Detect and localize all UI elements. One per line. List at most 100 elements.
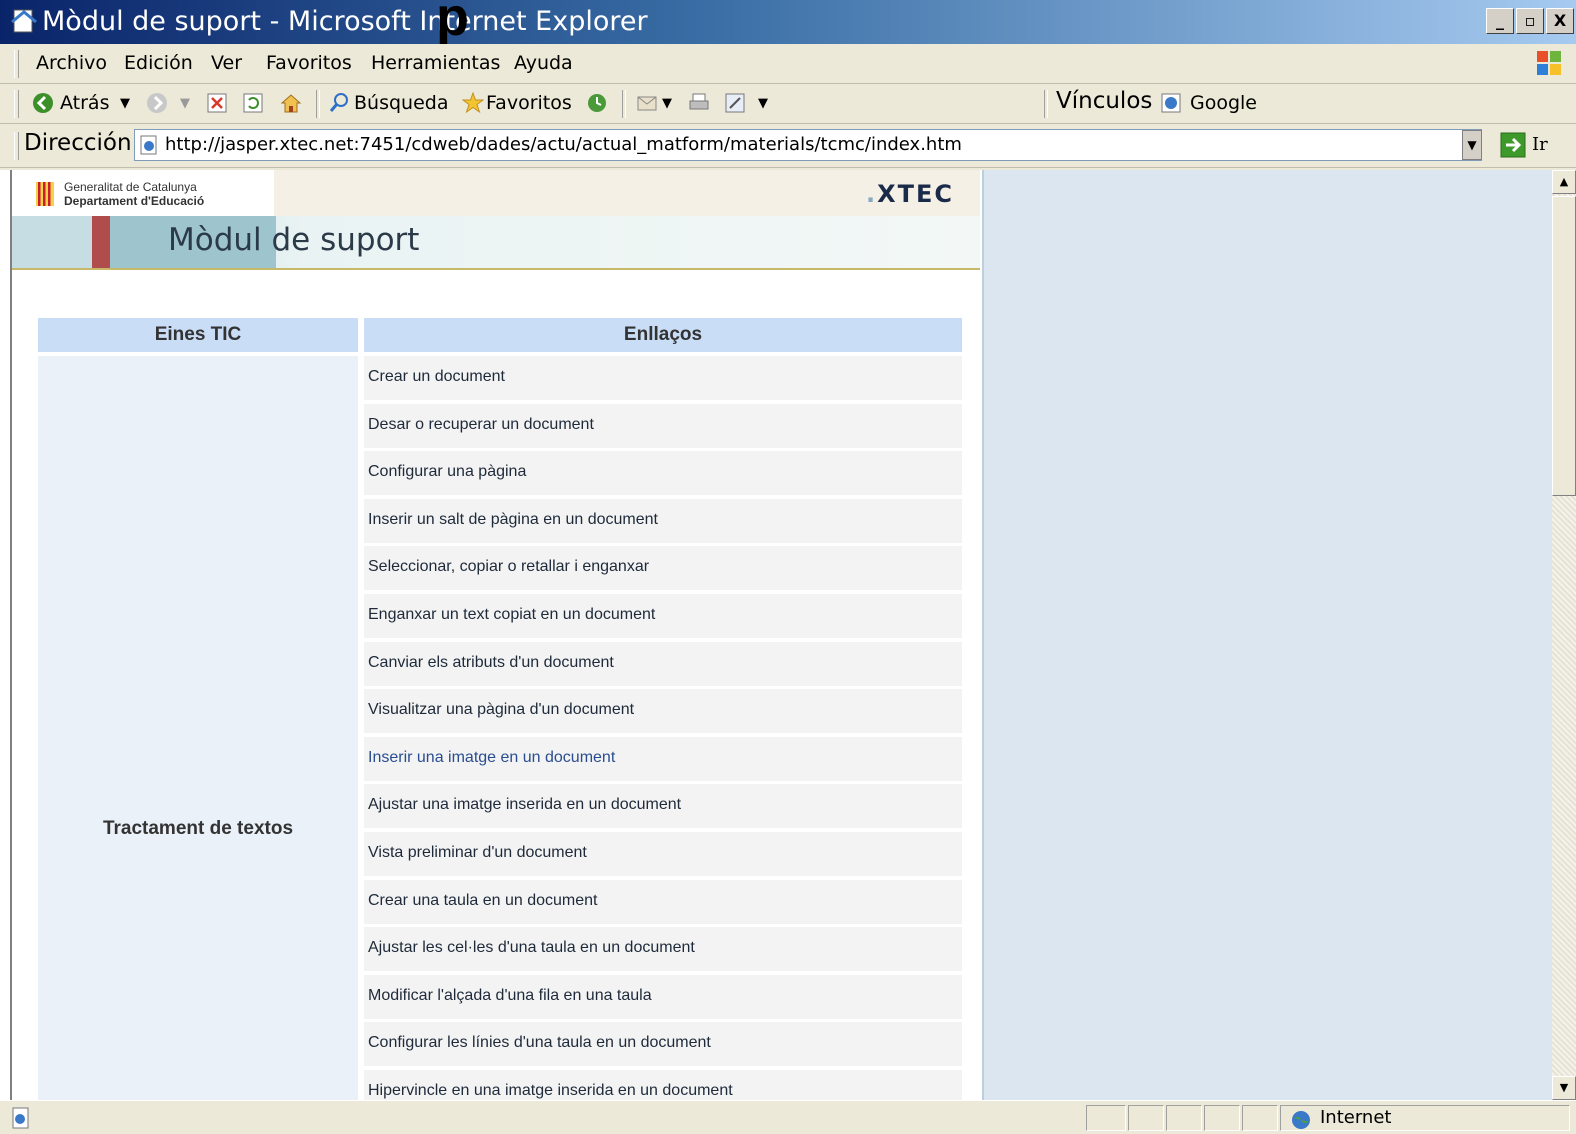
go-arrow-icon[interactable] (1500, 132, 1526, 158)
gencat-logo-icon (36, 182, 54, 206)
link-item[interactable]: Configurar una pàgina (368, 463, 526, 481)
go-button[interactable]: Ir (1532, 134, 1548, 155)
forward-dropdown-icon[interactable]: ▼ (180, 96, 190, 111)
link-item[interactable]: Inserir una imatge en un document (368, 749, 615, 767)
gencat-name: Generalitat de Catalunya (64, 180, 197, 194)
table-row: Enganxar un text copiat en un document (364, 593, 962, 638)
link-item[interactable]: Crear un document (368, 368, 505, 386)
toolbar-grip[interactable] (14, 90, 19, 118)
window-title: Mòdul de suport - Microsoft Internet Exp… (42, 6, 648, 37)
close-button[interactable]: X (1546, 8, 1574, 34)
stop-icon[interactable] (206, 92, 228, 114)
mail-icon[interactable] (636, 92, 658, 114)
table-row: Crear una taula en un document (364, 879, 962, 924)
vertical-scrollbar[interactable]: ▲ ▼ (1552, 170, 1576, 1100)
toolbar-separator (1044, 90, 1048, 118)
table-row: Visualitzar una pàgina d'un document (364, 689, 962, 734)
menu-favoritos[interactable]: Favoritos (266, 52, 352, 74)
menu-herramientas[interactable]: Herramientas (371, 52, 500, 74)
scroll-thumb[interactable] (1552, 196, 1576, 496)
search-button[interactable]: Búsqueda (354, 92, 448, 114)
link-item[interactable]: Vista preliminar d'un document (368, 844, 587, 862)
link-item[interactable]: Modificar l'alçada d'una fila en una tau… (368, 987, 652, 1005)
table-row: Seleccionar, copiar o retallar i enganxa… (364, 546, 962, 591)
column-header-tools: Eines TIC (38, 318, 358, 352)
link-item[interactable]: Configurar les línies d'una taula en un … (368, 1034, 711, 1052)
status-panel (1242, 1105, 1278, 1131)
scroll-down-button[interactable]: ▼ (1552, 1076, 1576, 1100)
xtec-logo-text: XTEC (877, 180, 954, 208)
addressbar-grip[interactable] (14, 132, 19, 160)
favorites-star-icon[interactable] (462, 92, 484, 114)
links-label: Vínculos (1056, 88, 1153, 114)
module-banner: Mòdul de suport (12, 216, 980, 270)
link-item[interactable]: Ajustar una imatge inserida en un docume… (368, 796, 681, 814)
address-input[interactable]: http://jasper.xtec.net:7451/cdweb/dades/… (134, 129, 1482, 161)
link-item[interactable]: Desar o recuperar un document (368, 416, 594, 434)
back-button[interactable]: Atrás (60, 92, 109, 114)
minimize-button[interactable]: _ (1486, 8, 1514, 34)
google-link[interactable]: Google (1190, 92, 1257, 114)
ie-link-icon[interactable] (1160, 92, 1182, 114)
favorites-button[interactable]: Favoritos (486, 92, 572, 114)
table-row: Ajustar les cel·les d'una taula en un do… (364, 927, 962, 972)
browser-chrome: Archivo Edición Ver Favoritos Herramient… (0, 44, 1576, 170)
home-icon[interactable] (280, 92, 302, 114)
page-icon (140, 135, 157, 155)
scroll-up-button[interactable]: ▲ (1552, 170, 1576, 194)
table-row: Ajustar una imatge inserida en un docume… (364, 784, 962, 829)
links-list: Crear un document Desar o recuperar un d… (364, 356, 962, 1100)
address-url[interactable]: http://jasper.xtec.net:7451/cdweb/dades/… (165, 134, 962, 155)
link-item[interactable]: Seleccionar, copiar o retallar i enganxa… (368, 558, 649, 576)
standard-toolbar: Atrás ▼ ▼ Búsqueda Favoritos ▼ ▼ Vínculo… (0, 84, 1576, 124)
link-item[interactable]: Crear una taula en un document (368, 892, 597, 910)
table-row: Configurar una pàgina (364, 451, 962, 496)
status-panel (1204, 1105, 1240, 1131)
link-item[interactable]: Visualitzar una pàgina d'un document (368, 701, 634, 719)
link-item[interactable]: Enganxar un text copiat en un document (368, 606, 655, 624)
menu-edicion[interactable]: Edición (124, 52, 193, 74)
status-bar: Internet (0, 1100, 1576, 1134)
menu-ver[interactable]: Ver (211, 52, 242, 74)
gencat-header: Generalitat de Catalunya Departament d'E… (12, 170, 980, 216)
print-icon[interactable] (688, 92, 710, 114)
status-panel (1128, 1105, 1164, 1131)
search-icon[interactable] (328, 92, 350, 114)
toolbar-separator (622, 90, 626, 118)
banner-red-strip (92, 216, 110, 268)
table-row: Hipervincle en una imatge inserida en un… (364, 1069, 962, 1100)
refresh-icon[interactable] (242, 92, 264, 114)
address-dropdown-button[interactable]: ▼ (1462, 130, 1482, 160)
link-item[interactable]: Ajustar les cel·les d'una taula en un do… (368, 939, 695, 957)
status-panel (1086, 1105, 1126, 1131)
page-title: Mòdul de suport (168, 222, 420, 258)
ie-page-icon (11, 9, 37, 33)
table-row: Configurar les línies d'una taula en un … (364, 1022, 962, 1067)
internet-globe-icon (1292, 1111, 1310, 1129)
menu-archivo[interactable]: Archivo (36, 52, 107, 74)
table-row: Modificar l'alçada d'una fila en una tau… (364, 974, 962, 1019)
department-name: Departament d'Educació (64, 194, 205, 208)
forward-arrow-icon[interactable] (146, 92, 168, 114)
link-item[interactable]: Hipervincle en una imatge inserida en un… (368, 1082, 733, 1100)
mail-dropdown-icon[interactable]: ▼ (662, 96, 672, 111)
edit-icon[interactable] (724, 92, 746, 114)
menubar-grip[interactable] (14, 50, 19, 78)
edit-dropdown-icon[interactable]: ▼ (758, 96, 768, 111)
table-row: Desar o recuperar un document (364, 403, 962, 448)
category-label: Tractament de textos (102, 818, 294, 839)
menu-ayuda[interactable]: Ayuda (514, 52, 573, 74)
address-bar: Dirección http://jasper.xtec.net:7451/cd… (0, 124, 1576, 168)
back-dropdown-icon[interactable]: ▼ (120, 96, 130, 111)
page-content: Generalitat de Catalunya Departament d'E… (12, 170, 984, 1100)
column-header-links: Enllaços (364, 318, 962, 352)
back-arrow-icon[interactable] (32, 92, 54, 114)
xtec-logo[interactable]: .XTEC (866, 180, 954, 208)
link-item[interactable]: Canviar els atributs d'un document (368, 654, 614, 672)
title-bar: Mòdul de suport - Microsoft Internet Exp… (0, 0, 1576, 44)
link-item[interactable]: Inserir un salt de pàgina en un document (368, 511, 658, 529)
history-icon[interactable] (586, 92, 608, 114)
xtec-logo-dot: . (865, 180, 878, 208)
maximize-button[interactable]: ▫ (1516, 8, 1544, 34)
overlay-glyph: p (436, 0, 469, 47)
